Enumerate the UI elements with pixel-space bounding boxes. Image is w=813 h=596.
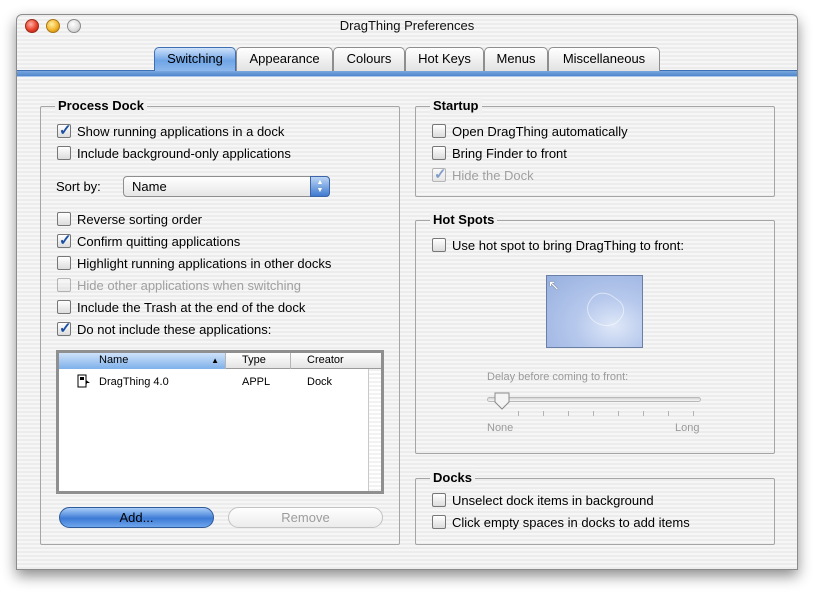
docks-group: Docks <box>415 470 775 545</box>
column-header-type[interactable]: Type <box>226 353 291 369</box>
confirm-quitting-option[interactable]: Confirm quitting applications <box>57 231 241 250</box>
include-trash-checkbox[interactable] <box>57 300 71 314</box>
table-row[interactable]: DragThing 4.0 APPL Dock <box>59 373 367 391</box>
column-header-creator[interactable]: Creator <box>291 353 381 369</box>
excluded-apps-list[interactable]: Name ▲ Type Creator DragThing 4.0 APPL D… <box>56 350 384 494</box>
highlight-running-option[interactable]: Highlight running applications in other … <box>57 254 331 272</box>
do-not-include-label: Do not include these applications: <box>77 321 272 337</box>
use-hot-spot-label: Use hot spot to bring DragThing to front… <box>452 237 684 253</box>
do-not-include-option[interactable]: Do not include these applications: <box>57 319 272 338</box>
open-auto-checkbox[interactable] <box>432 124 446 138</box>
sort-ascending-icon: ▲ <box>211 356 219 365</box>
process-dock-title: Process Dock <box>55 98 147 114</box>
remove-button: Remove <box>228 507 383 528</box>
hide-dock-label: Hide the Dock <box>452 167 534 183</box>
confirm-quitting-label: Confirm quitting applications <box>77 233 241 249</box>
tab-appearance[interactable]: Appearance <box>236 47 333 71</box>
delay-slider-thumb[interactable] <box>492 391 512 411</box>
show-running-option[interactable]: Show running applications in a dock <box>57 121 285 140</box>
hide-other-checkbox <box>57 278 71 292</box>
sort-by-label: Sort by: <box>56 179 101 194</box>
slider-min-label: None <box>487 422 514 434</box>
bring-finder-checkbox[interactable] <box>432 146 446 160</box>
tab-bar: Switching Appearance Colours Hot Keys Me… <box>0 47 813 73</box>
click-empty-option[interactable]: Click empty spaces in docks to add items <box>432 513 690 531</box>
cell-creator: Dock <box>307 376 333 388</box>
cell-name: DragThing 4.0 <box>99 376 169 388</box>
list-header: Name ▲ Type Creator <box>59 353 381 369</box>
hide-other-option: Hide other applications when switching <box>57 276 301 294</box>
tab-menus[interactable]: Menus <box>484 47 548 71</box>
reverse-sorting-label: Reverse sorting order <box>77 211 202 227</box>
slider-tick <box>693 411 694 416</box>
show-running-label: Show running applications in a dock <box>77 123 285 139</box>
slider-tick <box>568 411 569 416</box>
delay-label: Delay before coming to front: <box>487 371 629 383</box>
unselect-label: Unselect dock items in background <box>452 492 654 508</box>
column-header-name[interactable]: Name ▲ <box>59 353 226 369</box>
sort-by-popup[interactable]: Name ▲ ▼ <box>123 176 330 197</box>
column-type-label: Type <box>242 354 266 366</box>
slider-tick <box>593 411 594 416</box>
click-empty-label: Click empty spaces in docks to add items <box>452 514 690 530</box>
bring-finder-option[interactable]: Bring Finder to front <box>432 144 567 162</box>
add-button[interactable]: Add... <box>59 507 214 528</box>
use-hot-spot-checkbox[interactable] <box>432 238 446 252</box>
docks-title: Docks <box>430 470 476 486</box>
open-auto-option[interactable]: Open DragThing automatically <box>432 122 628 140</box>
include-background-label: Include background-only applications <box>77 145 291 161</box>
slider-tick <box>543 411 544 416</box>
bring-finder-label: Bring Finder to front <box>452 145 567 161</box>
arrow-cursor-icon: ↖ <box>548 277 560 293</box>
application-icon <box>77 374 91 388</box>
column-creator-label: Creator <box>307 354 344 366</box>
slider-tick <box>518 411 519 416</box>
hot-spot-preview[interactable]: ↖ <box>546 275 643 348</box>
sort-by-value: Name <box>132 179 167 194</box>
highlight-running-checkbox[interactable] <box>57 256 71 270</box>
column-name-label: Name <box>99 354 129 366</box>
reverse-sorting-checkbox[interactable] <box>57 212 71 226</box>
slider-tick <box>618 411 619 416</box>
tab-colours[interactable]: Colours <box>333 47 405 71</box>
window-title: DragThing Preferences <box>339 18 475 33</box>
show-running-checkbox[interactable] <box>57 121 72 139</box>
confirm-quitting-checkbox[interactable] <box>57 231 72 249</box>
open-auto-label: Open DragThing automatically <box>452 123 628 139</box>
do-not-include-checkbox[interactable] <box>57 319 72 337</box>
hide-other-label: Hide other applications when switching <box>77 277 302 293</box>
use-hot-spot-option[interactable]: Use hot spot to bring DragThing to front… <box>432 236 684 254</box>
include-background-checkbox[interactable] <box>57 146 71 160</box>
tab-switching[interactable]: Switching <box>154 47 236 71</box>
delay-slider-track[interactable] <box>487 397 701 402</box>
reverse-sorting-option[interactable]: Reverse sorting order <box>57 210 202 228</box>
tab-miscellaneous[interactable]: Miscellaneous <box>548 47 660 71</box>
highlight-running-label: Highlight running applications in other … <box>77 255 332 271</box>
unselect-checkbox[interactable] <box>432 493 446 507</box>
include-trash-option[interactable]: Include the Trash at the end of the dock <box>57 298 305 316</box>
hot-spots-title: Hot Spots <box>430 212 498 228</box>
startup-title: Startup <box>430 98 482 114</box>
tab-hot-keys[interactable]: Hot Keys <box>405 47 484 71</box>
list-scrollbar[interactable] <box>368 369 381 491</box>
popup-arrows-icon: ▲ ▼ <box>310 176 330 197</box>
include-background-option[interactable]: Include background-only applications <box>57 144 291 162</box>
unselect-option[interactable]: Unselect dock items in background <box>432 491 654 509</box>
click-empty-checkbox[interactable] <box>432 515 446 529</box>
cell-type: APPL <box>242 376 271 388</box>
slider-tick <box>643 411 644 416</box>
title-bar[interactable]: DragThing Preferences <box>17 15 797 37</box>
include-trash-label: Include the Trash at the end of the dock <box>77 299 306 315</box>
slider-max-label: Long <box>675 422 700 434</box>
hide-dock-option: Hide the Dock <box>432 165 534 184</box>
slider-tick <box>668 411 669 416</box>
hide-dock-checkbox <box>432 165 447 183</box>
